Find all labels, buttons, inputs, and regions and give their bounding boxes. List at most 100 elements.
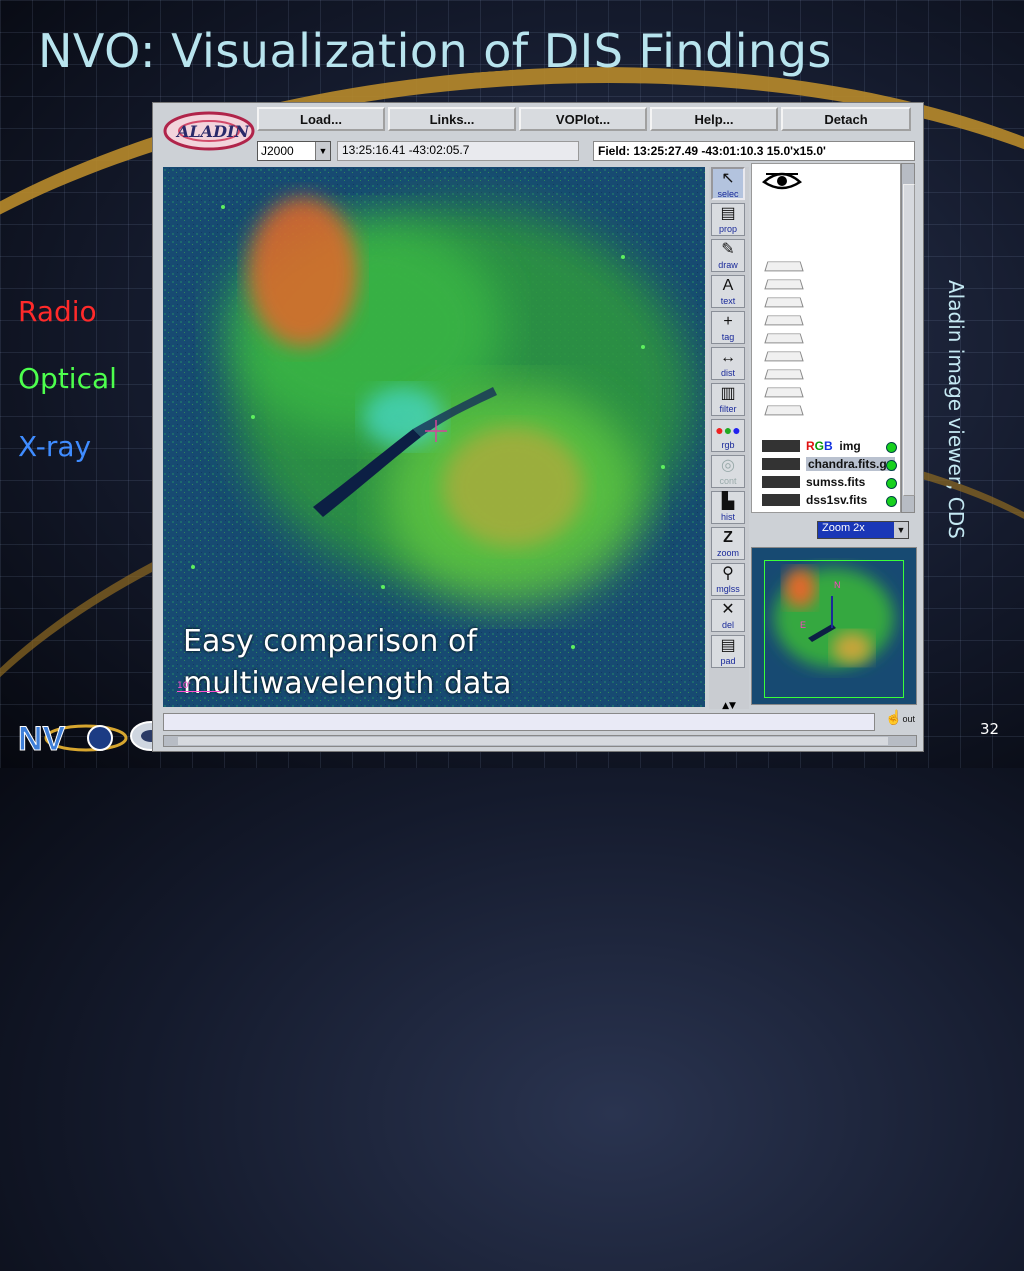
nvo-logo: NV bbox=[18, 720, 128, 759]
tool-delete[interactable]: ✕ del bbox=[711, 599, 745, 632]
tool-select[interactable]: ↖ selec bbox=[711, 167, 745, 200]
pad-icon: ▤ bbox=[720, 637, 736, 654]
empty-plane[interactable] bbox=[764, 333, 804, 344]
detach-button[interactable]: Detach bbox=[781, 107, 911, 131]
overlay-caption-line-1: Easy comparison of bbox=[183, 624, 477, 659]
empty-plane[interactable] bbox=[764, 279, 804, 290]
hand-icon: ☝ bbox=[885, 709, 903, 725]
magnifier-icon: ⚲ bbox=[722, 565, 734, 582]
thumbnail-view[interactable]: N E bbox=[751, 547, 917, 705]
page-number: 32 bbox=[980, 720, 1000, 738]
contour-icon: ◎ bbox=[721, 457, 735, 474]
side-caption: Aladin image viewer, CDS bbox=[944, 280, 968, 539]
out-label: out bbox=[902, 714, 915, 724]
tool-label: tag bbox=[721, 332, 735, 342]
layer-name: chandra.fits.gz bbox=[806, 457, 895, 471]
voplot-button[interactable]: VOPlot... bbox=[519, 107, 647, 131]
layer-visible-dot[interactable] bbox=[886, 496, 897, 507]
empty-plane[interactable] bbox=[764, 369, 804, 380]
layer-name: RGB img bbox=[806, 439, 861, 453]
tool-pad[interactable]: ▤ pad bbox=[711, 635, 745, 668]
svg-text:NV: NV bbox=[18, 720, 66, 758]
layer-name: dss1sv.fits bbox=[806, 493, 868, 507]
svg-text:ALADIN: ALADIN bbox=[175, 122, 250, 141]
tool-hist[interactable]: ▙ hist bbox=[711, 491, 745, 524]
empty-plane[interactable] bbox=[764, 405, 804, 416]
tool-magnifier[interactable]: ⚲ mglss bbox=[711, 563, 745, 596]
layer-name: sumss.fits bbox=[806, 475, 866, 489]
pencil-icon: ✎ bbox=[721, 241, 735, 258]
tool-draw[interactable]: ✎ draw bbox=[711, 239, 745, 272]
frame-select-value: J2000 bbox=[261, 144, 294, 158]
properties-icon: ▤ bbox=[720, 205, 736, 222]
layer-stack-scrollbar[interactable] bbox=[901, 163, 915, 513]
tool-label: filter bbox=[719, 404, 737, 414]
plane-icon bbox=[762, 458, 800, 470]
tool-label: prop bbox=[718, 224, 737, 234]
aladin-logo: ALADIN bbox=[163, 111, 255, 151]
links-button[interactable]: Links... bbox=[388, 107, 516, 131]
histogram-icon: ▙ bbox=[721, 493, 735, 510]
tool-label: draw bbox=[718, 260, 738, 270]
slide-title: NVO: Visualization of DIS Findings bbox=[38, 24, 832, 78]
tool-label: rgb bbox=[721, 440, 735, 450]
overlay-caption-line-2: multiwavelength data bbox=[183, 666, 512, 701]
eye-icon[interactable] bbox=[762, 168, 802, 194]
tool-label: dist bbox=[720, 368, 735, 378]
frame-select[interactable]: J2000 ▼ bbox=[257, 141, 331, 161]
tool-prop[interactable]: ▤ prop bbox=[711, 203, 745, 236]
plane-icon bbox=[762, 476, 800, 488]
layer-visible-dot[interactable] bbox=[886, 460, 897, 471]
tool-tag[interactable]: + tag bbox=[711, 311, 745, 344]
layer-chandra[interactable]: chandra.fits.gz bbox=[756, 456, 902, 474]
layer-visible-dot[interactable] bbox=[886, 442, 897, 453]
filter-icon: ▥ bbox=[720, 385, 736, 402]
scale-bar: 10' bbox=[177, 681, 221, 692]
pointer-icon: ↖ bbox=[721, 170, 735, 187]
tool-text[interactable]: Atext bbox=[711, 275, 745, 308]
layer-dss1sv[interactable]: dss1sv.fits bbox=[756, 492, 902, 510]
sky-image-view[interactable]: Easy comparison of multiwavelength data … bbox=[163, 167, 705, 707]
delete-icon: ✕ bbox=[721, 601, 735, 618]
layer-rgb-img[interactable]: RGB img bbox=[756, 438, 902, 456]
tool-label: zoom bbox=[716, 548, 739, 558]
tool-dist[interactable]: ↔ dist bbox=[711, 347, 745, 380]
view-frame-rect[interactable] bbox=[764, 560, 904, 698]
coordinate-input[interactable]: 13:25:16.41 -43:02:05.7 bbox=[337, 141, 579, 161]
chevron-down-icon: ▼ bbox=[315, 142, 330, 160]
scrollbar-thumb[interactable] bbox=[178, 737, 888, 745]
layer-stack: RGB img chandra.fits.gz sumss.fits dss1s… bbox=[751, 163, 901, 513]
tool-cont[interactable]: ◎ cont bbox=[711, 455, 745, 488]
empty-plane[interactable] bbox=[764, 315, 804, 326]
zoom-icon: Z bbox=[723, 529, 733, 546]
tool-label: mglss bbox=[716, 584, 740, 594]
help-button[interactable]: Help... bbox=[650, 107, 778, 131]
tool-label: hist bbox=[720, 512, 735, 522]
rgb-icon: ●●● bbox=[715, 422, 741, 438]
layer-visible-dot[interactable] bbox=[886, 478, 897, 489]
plane-icon bbox=[762, 440, 800, 452]
legend-optical: Optical bbox=[18, 362, 117, 395]
scrollbar-thumb[interactable] bbox=[903, 184, 915, 496]
empty-plane[interactable] bbox=[764, 387, 804, 398]
distance-icon: ↔ bbox=[720, 349, 736, 366]
tool-zoom[interactable]: Zzoom bbox=[711, 527, 745, 560]
tool-label: cont bbox=[719, 476, 737, 486]
legend-xray: X-ray bbox=[18, 430, 92, 463]
tool-label: text bbox=[720, 296, 736, 306]
load-button[interactable]: Load... bbox=[257, 107, 385, 131]
empty-plane[interactable] bbox=[764, 261, 804, 272]
empty-plane[interactable] bbox=[764, 297, 804, 308]
chevron-down-icon: ▼ bbox=[894, 522, 908, 538]
tool-filter[interactable]: ▥ filter bbox=[711, 383, 745, 416]
palette-scroll-arrows[interactable]: ▲▼ bbox=[709, 701, 749, 711]
aladin-applet: ALADIN Load... Links... VOPlot... Help..… bbox=[152, 102, 924, 752]
zoom-select[interactable]: Zoom 2x ▼ bbox=[817, 521, 909, 539]
overlay-caption: Easy comparison of multiwavelength data bbox=[183, 621, 512, 705]
out-button[interactable]: ☝out bbox=[881, 709, 915, 733]
horizontal-scrollbar[interactable] bbox=[163, 735, 917, 747]
tool-rgb[interactable]: ●●● rgb bbox=[711, 419, 745, 452]
tool-palette: ↖ selec ▤ prop ✎ draw Atext + tag ↔ dist ▥ fil… bbox=[709, 167, 749, 709]
layer-sumss[interactable]: sumss.fits bbox=[756, 474, 902, 492]
empty-plane[interactable] bbox=[764, 351, 804, 362]
